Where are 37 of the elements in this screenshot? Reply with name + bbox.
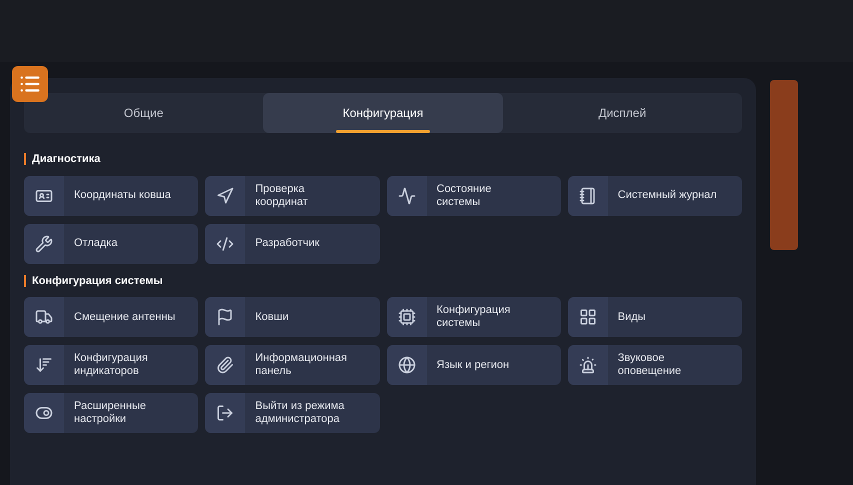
settings-tile[interactable]: Смещение антенны — [24, 297, 198, 337]
settings-tile[interactable]: Выйти из режима администратора — [205, 393, 380, 433]
navigation-icon — [216, 186, 234, 204]
paperclip-icon — [216, 356, 234, 374]
settings-tile[interactable]: Проверка координат — [205, 176, 380, 216]
truck-icon — [35, 308, 53, 326]
settings-tile[interactable]: Отладка — [24, 224, 198, 264]
section-title: Диагностика — [32, 152, 100, 167]
settings-tile[interactable]: Расширенные настройки — [24, 393, 198, 433]
code-icon — [216, 234, 234, 252]
settings-tile[interactable]: Системный журнал — [568, 176, 742, 216]
pulse-icon — [398, 186, 416, 204]
notebook-icon — [578, 186, 597, 204]
wrench-icon — [35, 234, 53, 252]
settings-tile[interactable]: Состояние системы — [386, 176, 561, 216]
settings-tile[interactable]: Звуковое оповещение — [568, 345, 742, 385]
list-arrow-icon — [35, 356, 53, 374]
settings-tile[interactable]: Ковши — [205, 297, 380, 337]
grid-icon — [578, 308, 597, 326]
menu-button[interactable] — [12, 66, 48, 102]
settings-tile[interactable]: Язык и регион — [386, 345, 561, 385]
settings-tile[interactable]: Конфигурация системы — [386, 297, 561, 337]
settings-tile[interactable]: Конфигурация индикаторов — [24, 345, 198, 385]
settings-tile[interactable]: Виды — [568, 297, 742, 337]
globe-icon — [398, 356, 416, 374]
settings-tile[interactable]: Координаты ковша — [24, 176, 198, 216]
tab[interactable]: Общие — [24, 93, 264, 133]
tab[interactable]: Дисплей — [502, 93, 742, 133]
settings-tile[interactable]: Разработчик — [205, 224, 380, 264]
chip-icon — [398, 308, 416, 326]
siren-icon — [578, 356, 597, 374]
section-title: Конфигурация системы — [32, 274, 163, 288]
logout-icon — [216, 404, 234, 422]
settings-tile[interactable]: Информационная панель — [205, 345, 380, 385]
flag-icon — [216, 308, 234, 326]
toggle-icon — [35, 404, 53, 422]
tab[interactable]: Конфигурация — [263, 93, 503, 133]
